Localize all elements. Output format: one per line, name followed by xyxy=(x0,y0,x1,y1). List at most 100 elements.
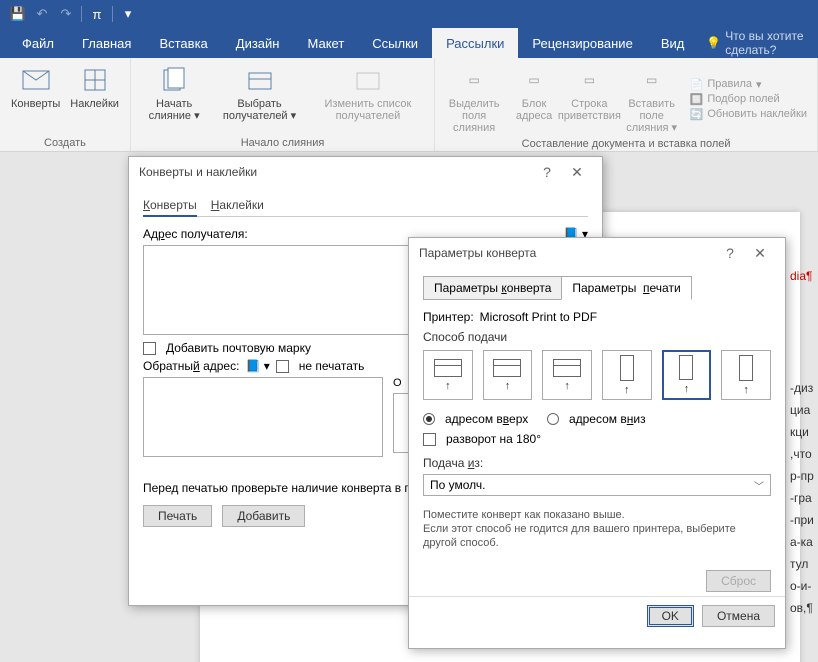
group-create: Конверты Наклейки Создать xyxy=(0,58,131,151)
tab-home[interactable]: Главная xyxy=(68,28,145,58)
ribbon-tabs: Файл Главная Вставка Дизайн Макет Ссылки… xyxy=(0,28,818,58)
recipients-icon xyxy=(244,64,276,96)
dialog1-help-icon[interactable]: ? xyxy=(532,164,562,180)
printer-value: Microsoft Print to PDF xyxy=(480,310,597,324)
add-postage-checkbox[interactable] xyxy=(143,342,156,355)
greeting-icon: ▭ xyxy=(573,64,605,96)
start-merge-button[interactable]: Начать слияние ▾ xyxy=(137,62,211,135)
group-write-label: Составление документа и вставка полей xyxy=(441,136,811,152)
dialog1-close-icon[interactable]: ✕ xyxy=(562,164,592,181)
tab-insert[interactable]: Вставка xyxy=(145,28,221,58)
group-write-insert: ▭ Выделить поля слияния ▭ Блок адреса ▭ … xyxy=(435,58,818,151)
tab-mailings[interactable]: Рассылки xyxy=(432,28,518,58)
feed-from-label: Подача из: xyxy=(423,456,771,470)
face-up-radio[interactable] xyxy=(423,413,435,425)
face-up-row: адресом вверх адресом вниз xyxy=(423,412,771,426)
envelope-icon xyxy=(20,64,52,96)
undo-icon[interactable]: ↶ xyxy=(30,2,54,26)
match-fields-button: 🔲 Подбор полей xyxy=(690,93,807,106)
dialog1-tabs: Конверты Наклейки xyxy=(143,195,588,217)
tell-me-label: Что вы хотите сделать? xyxy=(725,29,810,57)
edit-recipients-button: Изменить список получателей xyxy=(308,62,429,135)
doc-text-fragments: dia¶ -диз циа кци ,что р-пр -гра -при а-… xyxy=(790,265,818,619)
feed-opt-3[interactable]: ↑ xyxy=(542,350,592,400)
dialog2-titlebar[interactable]: Параметры конверта ? ✕ xyxy=(409,238,785,268)
feed-options: ↑ ↑ ↑ ↑ ↑ ↑ xyxy=(423,350,771,400)
feed-opt-2[interactable]: ↑ xyxy=(483,350,533,400)
feed-hint: Поместите конверт как показано выше. Есл… xyxy=(423,508,771,550)
start-merge-icon xyxy=(158,64,190,96)
add-postage-label: Добавить почтовую марку xyxy=(166,341,311,355)
feed-opt-1[interactable]: ↑ xyxy=(423,350,473,400)
labels-button[interactable]: Наклейки xyxy=(65,62,124,135)
printer-label: Принтер: xyxy=(423,310,474,324)
feed-from-value: По умолч. xyxy=(430,478,485,492)
dialog2-tab-envelope[interactable]: Параметры конверта xyxy=(423,276,562,300)
highlight-icon: ▭ xyxy=(458,64,490,96)
labels-icon xyxy=(79,64,111,96)
address-block-button: ▭ Блок адреса xyxy=(507,62,561,136)
print-button[interactable]: Печать xyxy=(143,505,212,527)
dialog2-close-icon[interactable]: ✕ xyxy=(745,245,775,262)
address-block-label: Блок адреса xyxy=(512,98,556,122)
update-labels-button: 🔄 Обновить наклейки xyxy=(690,108,807,121)
tab-file[interactable]: Файл xyxy=(8,28,68,58)
return-address-input[interactable] xyxy=(143,377,383,457)
rotate-row[interactable]: разворот на 180° xyxy=(423,432,771,446)
dialog2-title: Параметры конверта xyxy=(419,246,536,260)
rules-button: 📄 Правила ▾ xyxy=(690,78,807,91)
feed-opt-5[interactable]: ↑ xyxy=(662,350,712,400)
chevron-down-icon: ﹀ xyxy=(754,478,764,493)
cancel-button[interactable]: Отмена xyxy=(702,605,775,627)
add-button[interactable]: Добавить xyxy=(222,505,305,527)
face-down-radio[interactable] xyxy=(547,413,559,425)
redo-icon[interactable]: ↷ xyxy=(54,2,78,26)
dialog1-title: Конверты и наклейки xyxy=(139,165,257,179)
ok-button[interactable]: OK xyxy=(647,605,694,627)
tab-design[interactable]: Дизайн xyxy=(222,28,294,58)
greeting-line-button: ▭ Строка приветствия xyxy=(561,62,618,136)
bulb-icon: 💡 xyxy=(706,36,721,50)
tab-review[interactable]: Рецензирование xyxy=(518,28,646,58)
insert-field-button: ▭ Вставить поле слияния ▾ xyxy=(618,62,686,136)
select-recipients-label: Выбрать получателей ▾ xyxy=(216,98,302,122)
dialog2-tab-print[interactable]: Параметры печати xyxy=(561,276,691,300)
group-create-label: Создать xyxy=(6,135,124,151)
pi-icon[interactable]: π xyxy=(85,2,109,26)
dialog1-tab-labels[interactable]: Наклейки xyxy=(211,195,264,216)
qat-more-icon[interactable]: ▾ xyxy=(116,2,140,26)
highlight-fields-button: ▭ Выделить поля слияния xyxy=(441,62,507,136)
tab-references[interactable]: Ссылки xyxy=(358,28,432,58)
start-merge-label: Начать слияние ▾ xyxy=(142,98,206,122)
tab-layout[interactable]: Макет xyxy=(293,28,358,58)
labels-label: Наклейки xyxy=(70,98,119,110)
dialog-envelope-options: Параметры конверта ? ✕ Параметры конверт… xyxy=(408,237,786,649)
feed-opt-6[interactable]: ↑ xyxy=(721,350,771,400)
printer-row: Принтер: Microsoft Print to PDF xyxy=(423,310,771,324)
title-bar: 💾 ↶ ↷ π ▾ xyxy=(0,0,818,28)
envelopes-label: Конверты xyxy=(11,98,60,110)
rotate-label: разворот на 180° xyxy=(446,432,541,446)
tell-me[interactable]: 💡 Что вы хотите сделать? xyxy=(698,28,818,58)
feed-opt-4[interactable]: ↑ xyxy=(602,350,652,400)
edit-recipients-icon xyxy=(352,64,384,96)
no-print-checkbox[interactable] xyxy=(276,360,289,373)
reset-button: Сброс xyxy=(706,570,771,592)
rules-list: 📄 Правила ▾ 🔲 Подбор полей 🔄 Обновить на… xyxy=(686,62,811,136)
edit-recipients-label: Изменить список получателей xyxy=(313,98,424,122)
ribbon: Конверты Наклейки Создать Начать слияние… xyxy=(0,58,818,152)
save-icon[interactable]: 💾 xyxy=(6,2,30,26)
tab-view[interactable]: Вид xyxy=(647,28,699,58)
dialog2-buttons: OK Отмена xyxy=(409,596,785,635)
feed-from-select[interactable]: По умолч. ﹀ xyxy=(423,474,771,496)
dialog1-tab-envelopes[interactable]: Конверты xyxy=(143,195,197,217)
insert-field-icon: ▭ xyxy=(636,64,668,96)
select-recipients-button[interactable]: Выбрать получателей ▾ xyxy=(211,62,307,135)
no-print-label: не печатать xyxy=(299,359,365,373)
dialog2-help-icon[interactable]: ? xyxy=(715,245,745,261)
group-start-label: Начало слияния xyxy=(137,135,428,151)
envelopes-button[interactable]: Конверты xyxy=(6,62,65,135)
rotate-checkbox[interactable] xyxy=(423,433,436,446)
face-up-label: адресом вверх xyxy=(445,412,528,426)
dialog1-titlebar[interactable]: Конверты и наклейки ? ✕ xyxy=(129,157,602,187)
